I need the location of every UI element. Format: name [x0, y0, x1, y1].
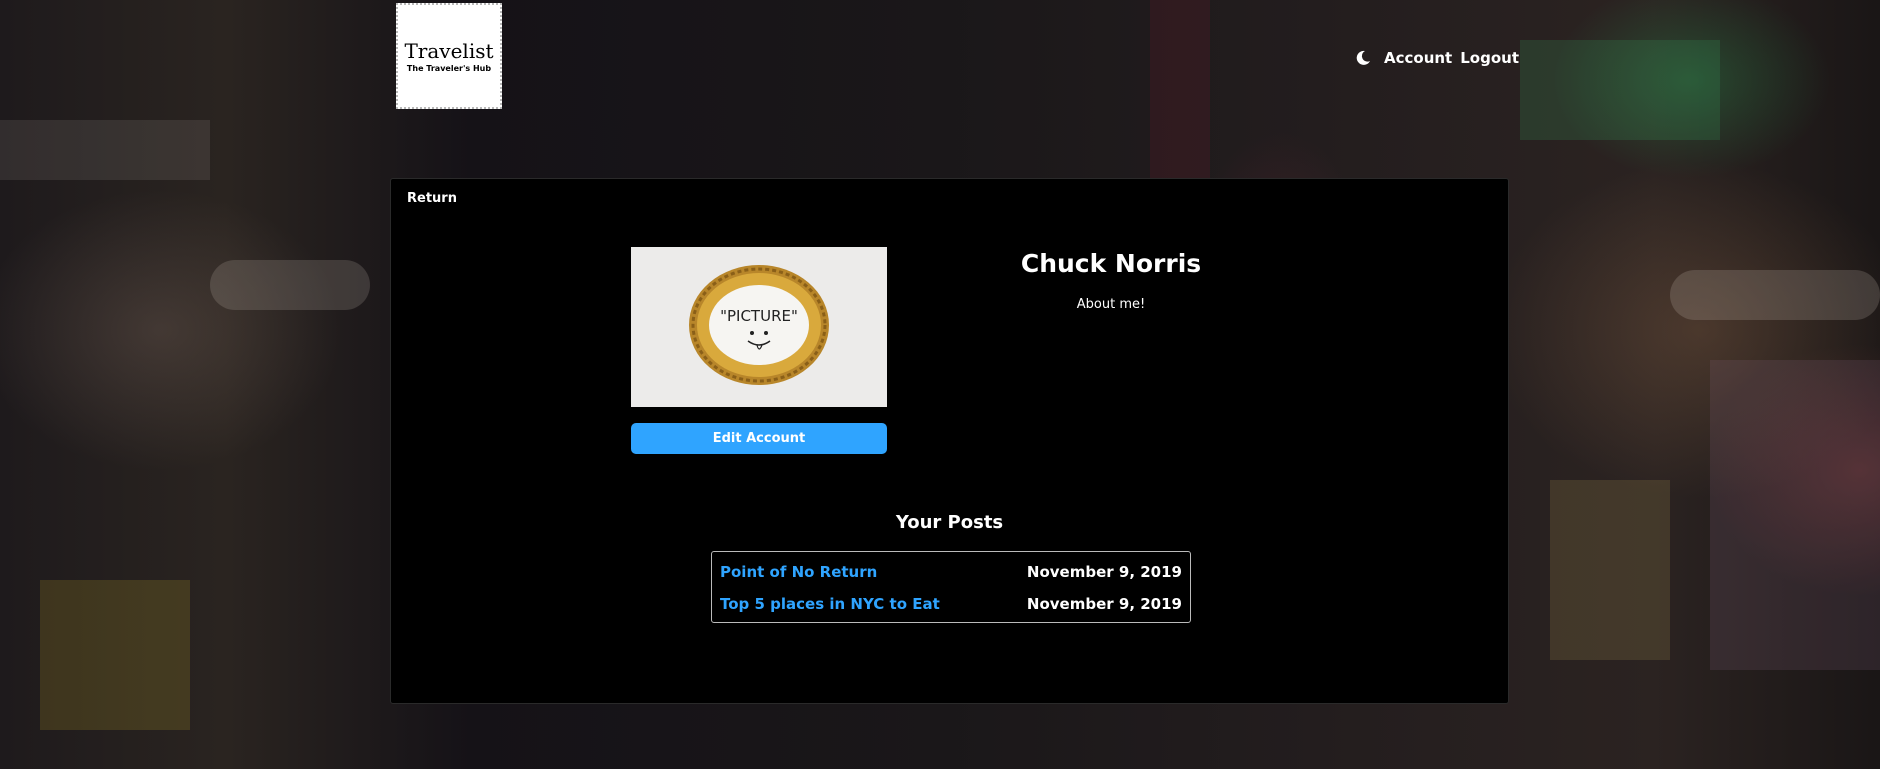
list-item: Top 5 places in NYC to Eat November 9, 2…	[720, 588, 1182, 620]
posts-list: Point of No Return November 9, 2019 Top …	[711, 551, 1191, 623]
account-link[interactable]: Account	[1384, 49, 1452, 67]
logo-subtitle: The Traveler's Hub	[406, 63, 492, 73]
profile-name: Chuck Norris	[1020, 249, 1202, 278]
profile-about: About me!	[1076, 297, 1146, 312]
posts-heading: Your Posts	[895, 512, 1004, 533]
profile-picture: "PICTURE"	[631, 247, 887, 407]
list-item: Point of No Return November 9, 2019	[720, 556, 1182, 588]
top-nav: Account Logout	[1354, 49, 1519, 67]
site-logo[interactable]: Travelist The Traveler's Hub	[396, 3, 502, 109]
post-title-link[interactable]: Top 5 places in NYC to Eat	[720, 595, 940, 613]
moon-icon[interactable]	[1354, 49, 1372, 67]
post-date: November 9, 2019	[1026, 563, 1182, 581]
picture-caption: "PICTURE"	[720, 307, 798, 325]
logo-title: Travelist	[404, 38, 494, 63]
logout-link[interactable]: Logout	[1460, 49, 1519, 67]
post-date: November 9, 2019	[1026, 595, 1182, 613]
post-title-link[interactable]: Point of No Return	[720, 563, 877, 581]
return-link[interactable]: Return	[407, 191, 457, 206]
edit-account-button[interactable]: Edit Account	[631, 423, 887, 454]
profile-panel: Return "PICTURE" Edit Account Chuck Norr…	[390, 178, 1509, 704]
